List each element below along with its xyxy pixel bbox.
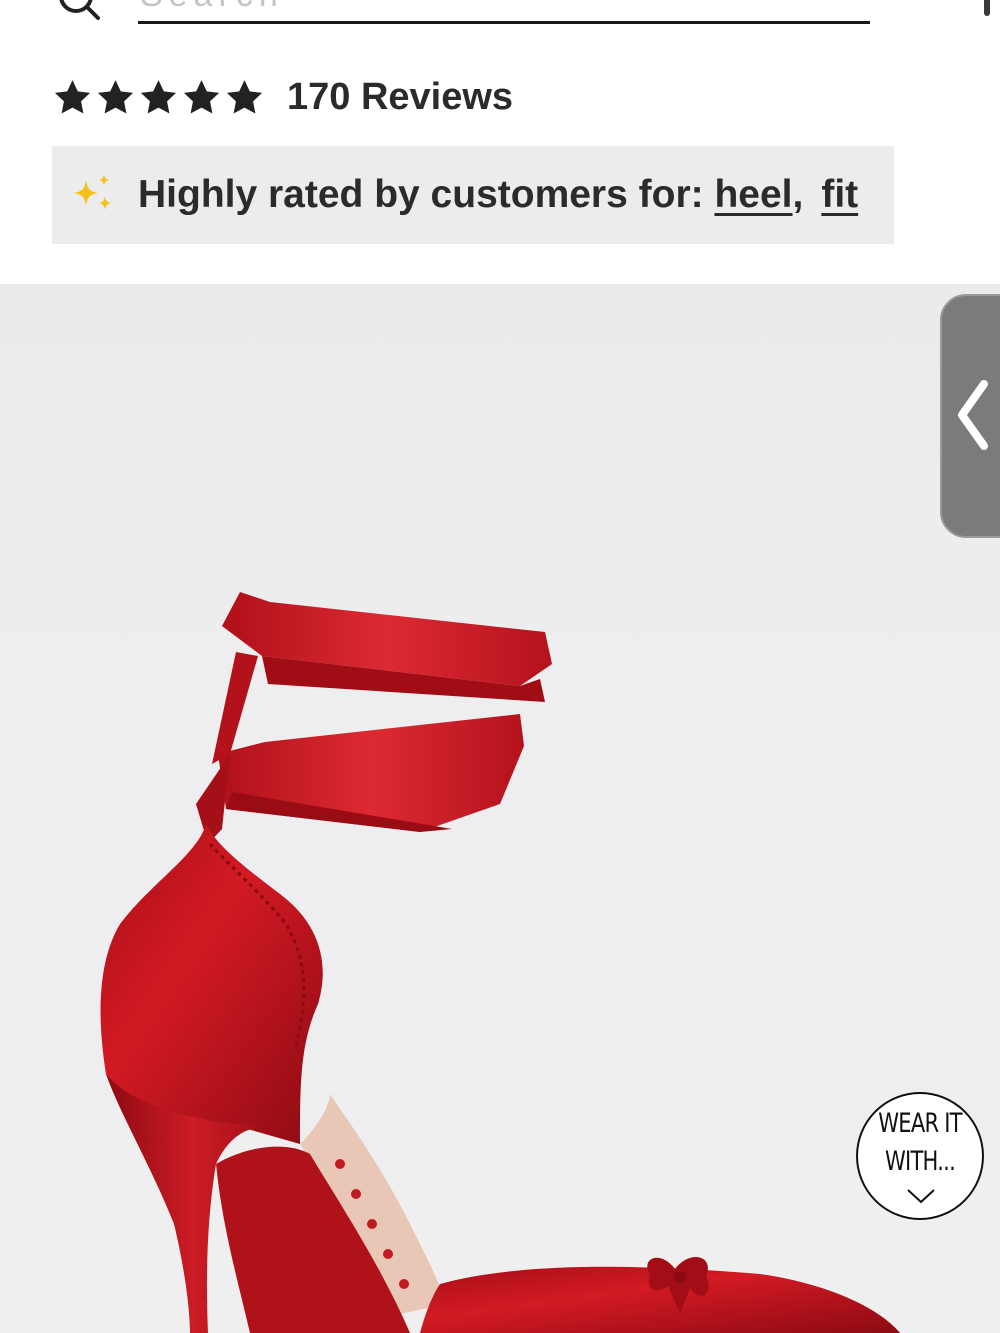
with-label: WITH... (884, 1146, 956, 1177)
chevron-left-icon (958, 380, 988, 450)
highlight-separator: , (792, 173, 804, 216)
search-input[interactable] (138, 0, 870, 24)
scroll-indicator (984, 0, 990, 16)
red-satin-heel-image (100, 592, 900, 1333)
product-page: 170 Reviews Highly rated by customers fo… (0, 0, 1000, 1333)
product-image[interactable] (0, 284, 1000, 1333)
side-drawer-tab[interactable] (940, 294, 1000, 538)
sparkle-icon (74, 174, 111, 210)
wear-it-with-button[interactable]: WEAR IT WITH... (856, 1092, 984, 1220)
star-icon (183, 79, 220, 114)
chevron-down-icon (907, 1189, 935, 1204)
highlights-text: Highly rated by customers for: heel, fit (138, 173, 858, 217)
wear-it-label: WEAR IT (878, 1108, 962, 1139)
star-icon (54, 79, 91, 114)
reviews-link[interactable]: 170 Reviews (287, 76, 513, 119)
star-icon (97, 79, 134, 114)
star-rating (52, 77, 265, 118)
star-icon (140, 79, 177, 114)
rating-summary[interactable]: 170 Reviews (52, 70, 513, 124)
highlight-tag-heel[interactable]: heel (714, 173, 792, 216)
review-highlights-banner: Highly rated by customers for: heel, fit (52, 146, 894, 244)
star-icon (226, 79, 263, 114)
search-bar (0, 0, 1000, 40)
search-icon[interactable] (56, 0, 100, 22)
highlight-tag-fit[interactable]: fit (821, 173, 858, 216)
highlights-prefix: Highly rated by customers for: (138, 173, 715, 216)
